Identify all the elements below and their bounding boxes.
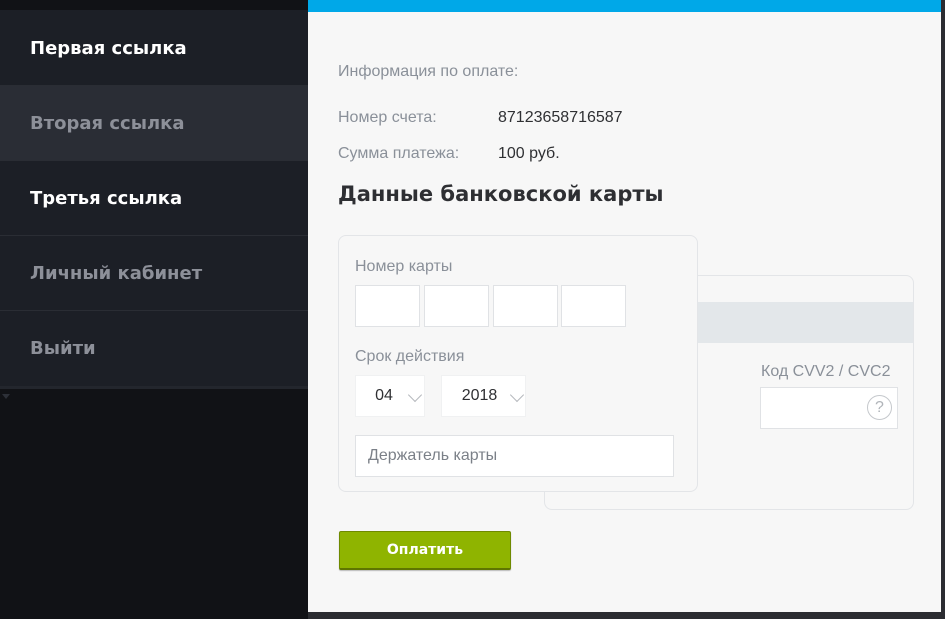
expiry-year-select[interactable]: 2018 bbox=[441, 375, 526, 417]
payment-amount-value: 100 руб. bbox=[498, 145, 560, 162]
card-number-group-1-input[interactable] bbox=[355, 285, 420, 327]
card-holder-input[interactable] bbox=[355, 435, 674, 477]
expiry-year-value: 2018 bbox=[461, 387, 498, 404]
caret-icon bbox=[2, 394, 10, 399]
sidebar-nav: Первая ссылка Вторая ссылка Третья ссылк… bbox=[0, 10, 308, 389]
payment-panel: Информация по оплате: Номер счета: 87123… bbox=[308, 0, 941, 612]
pay-button[interactable]: Оплатить bbox=[339, 531, 511, 570]
sidebar-item-third-link[interactable]: Третья ссылка bbox=[0, 161, 308, 236]
cvv-label: Код CVV2 / CVC2 bbox=[761, 363, 891, 380]
card-number-group-2-input[interactable] bbox=[424, 285, 489, 327]
sidebar-item-first-link[interactable]: Первая ссылка bbox=[0, 0, 308, 86]
expiry-month-value: 04 bbox=[375, 387, 393, 404]
card-number-group-4-input[interactable] bbox=[561, 285, 626, 327]
expiry-label: Срок действия bbox=[355, 348, 465, 365]
window-right-edge bbox=[941, 0, 945, 619]
expiry-month-select[interactable]: 04 bbox=[355, 375, 425, 417]
window-bottom-edge bbox=[308, 612, 945, 619]
card-number-label: Номер карты bbox=[355, 258, 453, 275]
card-number-group-3-input[interactable] bbox=[493, 285, 558, 327]
card-data-heading: Данные банковской карты bbox=[338, 182, 664, 206]
card-front: Номер карты Срок действия 04 2018 bbox=[338, 235, 698, 492]
sidebar-item-personal-account[interactable]: Личный кабинет bbox=[0, 236, 308, 311]
accent-top-bar bbox=[308, 0, 941, 12]
help-icon[interactable]: ? bbox=[867, 395, 892, 420]
sidebar-item-logout[interactable]: Выйти bbox=[0, 311, 308, 386]
sidebar-item-second-link[interactable]: Вторая ссылка bbox=[0, 86, 308, 161]
sidebar: Первая ссылка Вторая ссылка Третья ссылк… bbox=[0, 0, 308, 619]
payment-info-title: Информация по оплате: bbox=[338, 63, 519, 80]
account-number-value: 87123658716587 bbox=[498, 109, 623, 126]
account-number-label: Номер счета: bbox=[338, 109, 437, 126]
payment-amount-label: Сумма платежа: bbox=[338, 145, 460, 162]
